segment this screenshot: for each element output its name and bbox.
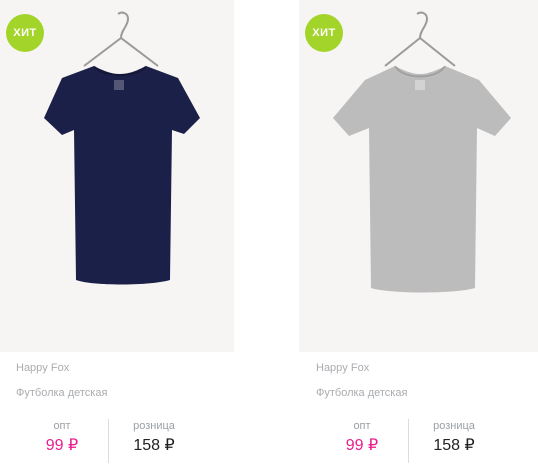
retail-price: розница 158 ₽: [414, 419, 494, 459]
shirt-shape: [333, 66, 511, 293]
retail-value: 158 ₽: [133, 437, 175, 454]
price-divider: [408, 419, 409, 463]
product-card[interactable]: ХИТ Happy Fox Футболка детская опт 99 ₽ …: [299, 0, 538, 468]
shirt-shape: [44, 66, 200, 285]
price-divider: [108, 419, 109, 463]
hit-badge: ХИТ: [305, 14, 343, 52]
product-image[interactable]: ХИТ: [0, 0, 234, 352]
price-row: опт 99 ₽ розница 158 ₽: [300, 419, 534, 463]
wholesale-value: 99 ₽: [45, 437, 79, 454]
retail-label: розница: [433, 420, 475, 432]
product-title[interactable]: Футболка детская: [316, 387, 407, 399]
hit-badge: ХИТ: [6, 14, 44, 52]
tshirt-image: [44, 11, 200, 285]
retail-price: розница 158 ₽: [114, 419, 194, 459]
wholesale-value: 99 ₽: [345, 437, 379, 454]
wholesale-price: опт 99 ₽: [322, 419, 402, 459]
tshirt-image: [333, 11, 511, 293]
wholesale-price: опт 99 ₽: [22, 419, 102, 459]
retail-value: 158 ₽: [433, 437, 475, 454]
product-card[interactable]: ХИТ Happy Fox Футболка детская опт 99 ₽ …: [0, 0, 234, 468]
product-brand[interactable]: Happy Fox: [16, 362, 69, 374]
wholesale-label: опт: [53, 420, 71, 432]
price-row: опт 99 ₽ розница 158 ₽: [0, 419, 234, 463]
retail-label: розница: [133, 420, 175, 432]
product-title[interactable]: Футболка детская: [16, 387, 107, 399]
wholesale-label: опт: [353, 420, 371, 432]
product-image[interactable]: ХИТ: [299, 0, 538, 352]
product-brand[interactable]: Happy Fox: [316, 362, 369, 374]
